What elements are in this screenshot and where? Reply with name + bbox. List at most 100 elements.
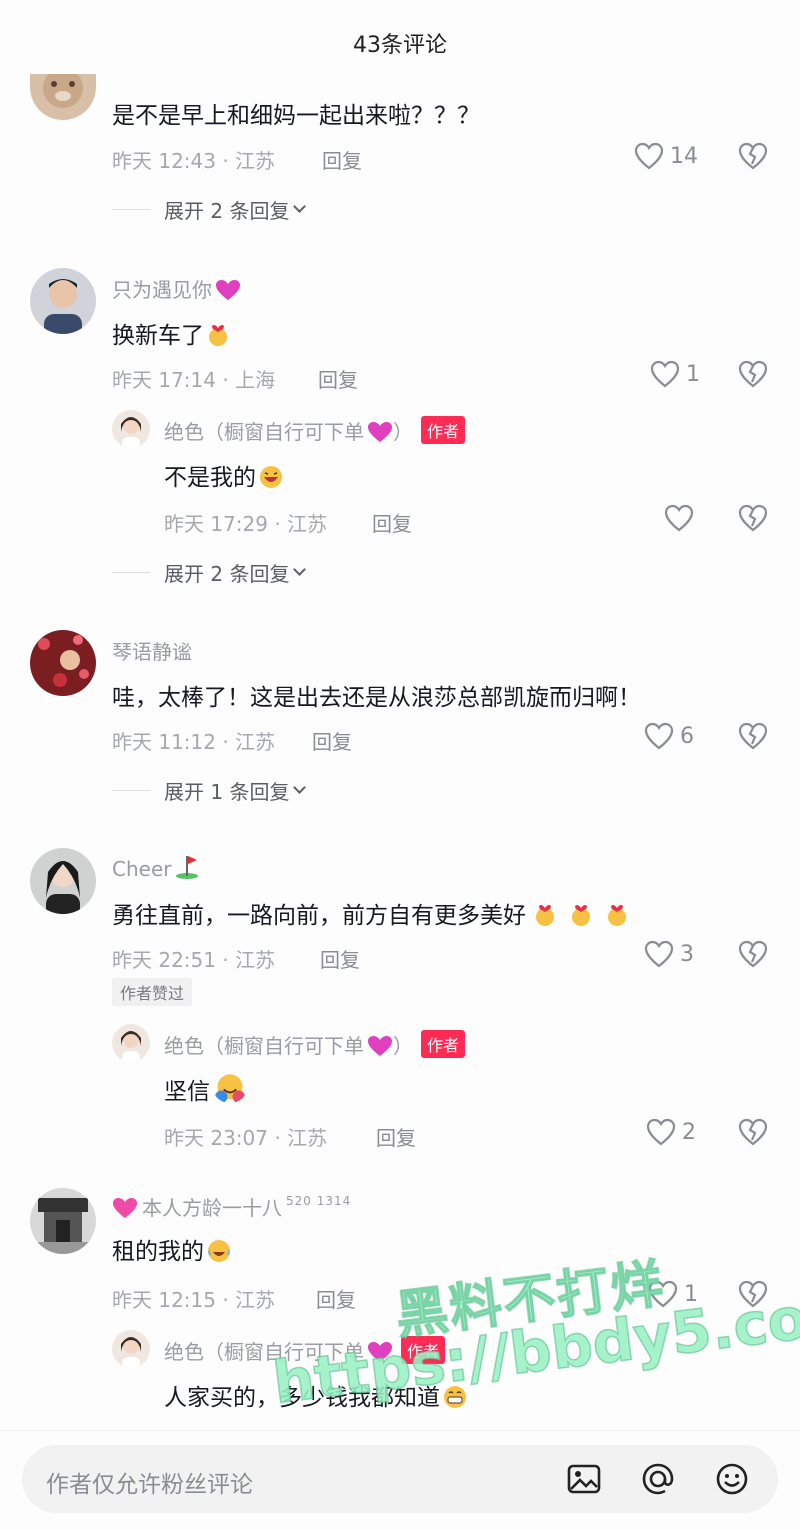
broken-heart-icon bbox=[738, 1118, 768, 1146]
comment-time-location: 昨天 11:12 · 江苏 bbox=[112, 730, 276, 754]
reply-button[interactable]: 回复 bbox=[316, 1284, 356, 1313]
grinning-face-icon bbox=[444, 1386, 466, 1408]
like-button[interactable]: 3 bbox=[644, 940, 694, 968]
author-badge: 作者 bbox=[421, 1030, 466, 1058]
finger-heart-icon bbox=[572, 905, 590, 926]
commenter-name[interactable]: 只为遇见你 bbox=[112, 274, 241, 303]
tears-of-joy-icon bbox=[208, 1240, 230, 1262]
dislike-button[interactable] bbox=[738, 142, 768, 174]
dislike-button[interactable] bbox=[738, 940, 768, 972]
finger-heart-icon bbox=[209, 325, 227, 346]
emoji-icon[interactable] bbox=[714, 1461, 750, 1497]
reply-avatar[interactable] bbox=[112, 410, 150, 448]
laughing-face-icon bbox=[260, 466, 282, 488]
like-count: 6 bbox=[680, 723, 694, 749]
expand-replies-label: 展开 2 条回复 bbox=[164, 199, 290, 223]
hugging-face-icon bbox=[215, 1074, 245, 1103]
heart-outline-icon bbox=[646, 1118, 676, 1146]
broken-heart-icon bbox=[738, 360, 768, 388]
like-button[interactable]: 1 bbox=[650, 360, 700, 388]
expand-replies-button[interactable]: 展开 2 条回复 bbox=[112, 195, 307, 224]
comment-time-location: 昨天 12:15 · 江苏 bbox=[112, 1288, 276, 1312]
reply-button[interactable]: 回复 bbox=[372, 508, 412, 537]
dislike-button[interactable] bbox=[738, 1118, 768, 1150]
author-badge: 作者 bbox=[401, 1336, 446, 1364]
sparkle-heart-icon bbox=[368, 1036, 392, 1056]
reply-button[interactable]: 回复 bbox=[322, 145, 362, 174]
expand-replies-button[interactable]: 展开 2 条回复 bbox=[112, 558, 307, 587]
mention-icon[interactable] bbox=[640, 1461, 676, 1497]
comment-time-location: 昨天 12:43 · 江苏 bbox=[112, 149, 276, 173]
reply-author-name[interactable]: 绝色（橱窗自行可下单 作者 bbox=[164, 1336, 446, 1365]
heart-outline-icon bbox=[634, 142, 664, 170]
dislike-button[interactable] bbox=[738, 504, 768, 536]
like-button[interactable]: 1 bbox=[648, 1280, 698, 1308]
broken-heart-icon bbox=[738, 142, 768, 170]
avatar[interactable] bbox=[30, 74, 96, 120]
image-icon[interactable] bbox=[566, 1461, 602, 1497]
expand-replies-button[interactable]: 展开 1 条回复 bbox=[112, 776, 307, 805]
commenter-name[interactable]: 本人方龄一十八 520 1314 bbox=[112, 1192, 351, 1221]
comment-text: 哇，太棒了！这是出去还是从浪莎总部凯旋而归啊！ bbox=[112, 685, 641, 711]
reply-button[interactable]: 回复 bbox=[376, 1122, 416, 1151]
broken-heart-icon bbox=[738, 504, 768, 532]
heart-outline-icon bbox=[644, 722, 674, 750]
watermark-title: 黑料不打烊 bbox=[392, 1253, 669, 1347]
divider bbox=[112, 209, 150, 210]
avatar[interactable] bbox=[30, 848, 96, 914]
reply-avatar[interactable] bbox=[112, 1024, 150, 1062]
avatar[interactable] bbox=[30, 1188, 96, 1254]
sparkle-heart-icon bbox=[368, 1342, 392, 1362]
like-button[interactable] bbox=[664, 504, 700, 532]
expand-replies-label: 展开 1 条回复 bbox=[164, 780, 290, 804]
author-badge: 作者 bbox=[421, 416, 466, 444]
reply-time-location: 昨天 23:07 · 江苏 bbox=[164, 1126, 328, 1150]
heart-outline-icon bbox=[650, 360, 680, 388]
commenter-name[interactable]: Cheer bbox=[112, 854, 199, 881]
heart-outline-icon bbox=[644, 940, 674, 968]
like-count: 1 bbox=[684, 1281, 698, 1307]
like-count: 2 bbox=[682, 1119, 696, 1145]
dislike-button[interactable] bbox=[738, 722, 768, 754]
divider bbox=[112, 572, 150, 573]
like-button[interactable]: 2 bbox=[646, 1118, 696, 1146]
reply-author-name[interactable]: 绝色（橱窗自行可下单）作者 bbox=[164, 1030, 466, 1059]
golf-flag-icon bbox=[176, 856, 199, 879]
like-button[interactable]: 14 bbox=[634, 142, 698, 170]
comment-input-bar: 作者仅允许粉丝评论 bbox=[0, 1430, 800, 1530]
comment-text: 勇往直前，一路向前，前方自有更多美好 bbox=[112, 896, 628, 930]
like-count: 3 bbox=[680, 941, 694, 967]
comment-input[interactable]: 作者仅允许粉丝评论 bbox=[22, 1445, 778, 1513]
reply-author-name[interactable]: 绝色（橱窗自行可下单）作者 bbox=[164, 416, 466, 445]
sparkle-heart-icon bbox=[216, 280, 240, 300]
reply-button[interactable]: 回复 bbox=[320, 944, 360, 973]
reply-avatar[interactable] bbox=[112, 1330, 150, 1368]
heart-outline-icon bbox=[664, 504, 694, 532]
comment-time-location: 昨天 17:14 · 上海 bbox=[112, 368, 276, 392]
author-liked-badge: 作者赞过 bbox=[112, 978, 193, 1006]
avatar[interactable] bbox=[30, 630, 96, 696]
reply-time-location: 昨天 17:29 · 江苏 bbox=[164, 512, 328, 536]
reply-text: 坚信 bbox=[164, 1072, 247, 1106]
comment-text: 是不是早上和细妈一起出来啦？？？ bbox=[112, 103, 480, 129]
dislike-button[interactable] bbox=[738, 360, 768, 392]
comments-header: 43条评论 bbox=[0, 0, 800, 80]
reply-text: 人家买的，多少钱我都知道 bbox=[164, 1378, 467, 1412]
avatar[interactable] bbox=[30, 268, 96, 334]
finger-heart-icon bbox=[608, 905, 626, 926]
chevron-down-icon bbox=[293, 563, 307, 576]
commenter-name[interactable]: 琴语静谧 bbox=[112, 636, 192, 665]
finger-heart-icon bbox=[536, 905, 554, 926]
chevron-down-icon bbox=[293, 781, 307, 794]
like-button[interactable]: 6 bbox=[644, 722, 694, 750]
name-suffix: 520 1314 bbox=[286, 1194, 352, 1208]
dislike-button[interactable] bbox=[738, 1280, 768, 1312]
comment-text: 换新车了 bbox=[112, 316, 229, 350]
comment-input-placeholder: 作者仅允许粉丝评论 bbox=[46, 1472, 253, 1498]
comment-text: 租的我的 bbox=[112, 1232, 231, 1266]
reply-button[interactable]: 回复 bbox=[312, 726, 352, 755]
reply-button[interactable]: 回复 bbox=[318, 364, 358, 393]
comment-time-location: 昨天 22:51 · 江苏 bbox=[112, 948, 276, 972]
reply-text: 不是我的 bbox=[164, 458, 283, 492]
like-count: 14 bbox=[670, 143, 698, 169]
